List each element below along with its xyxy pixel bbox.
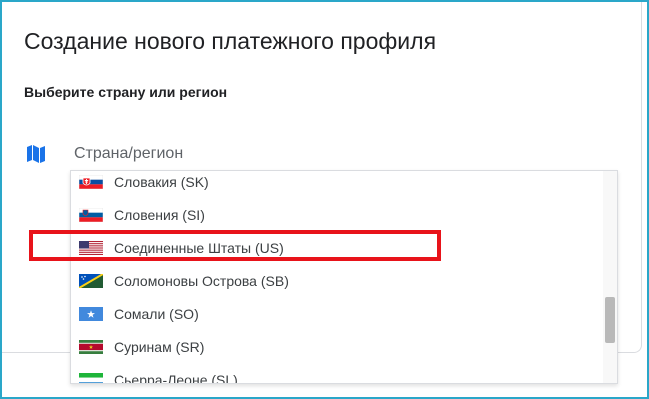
option-label: Соломоновы Острова (SB) bbox=[114, 272, 289, 289]
page-title: Создание нового платежного профиля bbox=[24, 28, 437, 54]
option-slovakia[interactable]: Словакия (SK) bbox=[71, 171, 601, 198]
option-label: Соединенные Штаты (US) bbox=[114, 239, 284, 256]
option-label: Сьерра-Леоне (SL) bbox=[114, 371, 238, 384]
option-label: Словения (SI) bbox=[114, 206, 205, 223]
option-sierra-leone[interactable]: Сьерра-Леоне (SL) bbox=[71, 363, 601, 384]
option-solomon-islands[interactable]: Соломоновы Острова (SB) bbox=[71, 264, 601, 297]
flag-si-icon bbox=[79, 207, 103, 222]
flag-us-icon bbox=[79, 240, 103, 255]
flag-sr-icon bbox=[79, 339, 103, 354]
map-icon bbox=[27, 145, 45, 163]
country-field-label[interactable]: Страна/регион bbox=[74, 145, 183, 163]
flag-sb-icon bbox=[79, 273, 103, 288]
option-somalia[interactable]: Сомали (SO) bbox=[71, 297, 601, 330]
dropdown-scrollbar[interactable] bbox=[603, 171, 617, 383]
option-suriname[interactable]: Суринам (SR) bbox=[71, 330, 601, 363]
flag-so-icon bbox=[79, 306, 103, 321]
option-label: Сомали (SO) bbox=[114, 305, 199, 322]
scrollbar-thumb[interactable] bbox=[605, 297, 615, 343]
flag-sl-icon bbox=[79, 372, 103, 383]
option-united-states[interactable]: Соединенные Штаты (US) bbox=[71, 231, 601, 264]
option-slovenia[interactable]: Словения (SI) bbox=[71, 198, 601, 231]
flag-sk-icon bbox=[79, 174, 103, 189]
option-label: Суринам (SR) bbox=[114, 338, 205, 355]
country-dropdown-list[interactable]: Словакия (SK) Словения (SI) Соединенные … bbox=[70, 170, 618, 384]
section-heading: Выберите страну или регион bbox=[24, 84, 228, 100]
option-label: Словакия (SK) bbox=[114, 173, 209, 190]
